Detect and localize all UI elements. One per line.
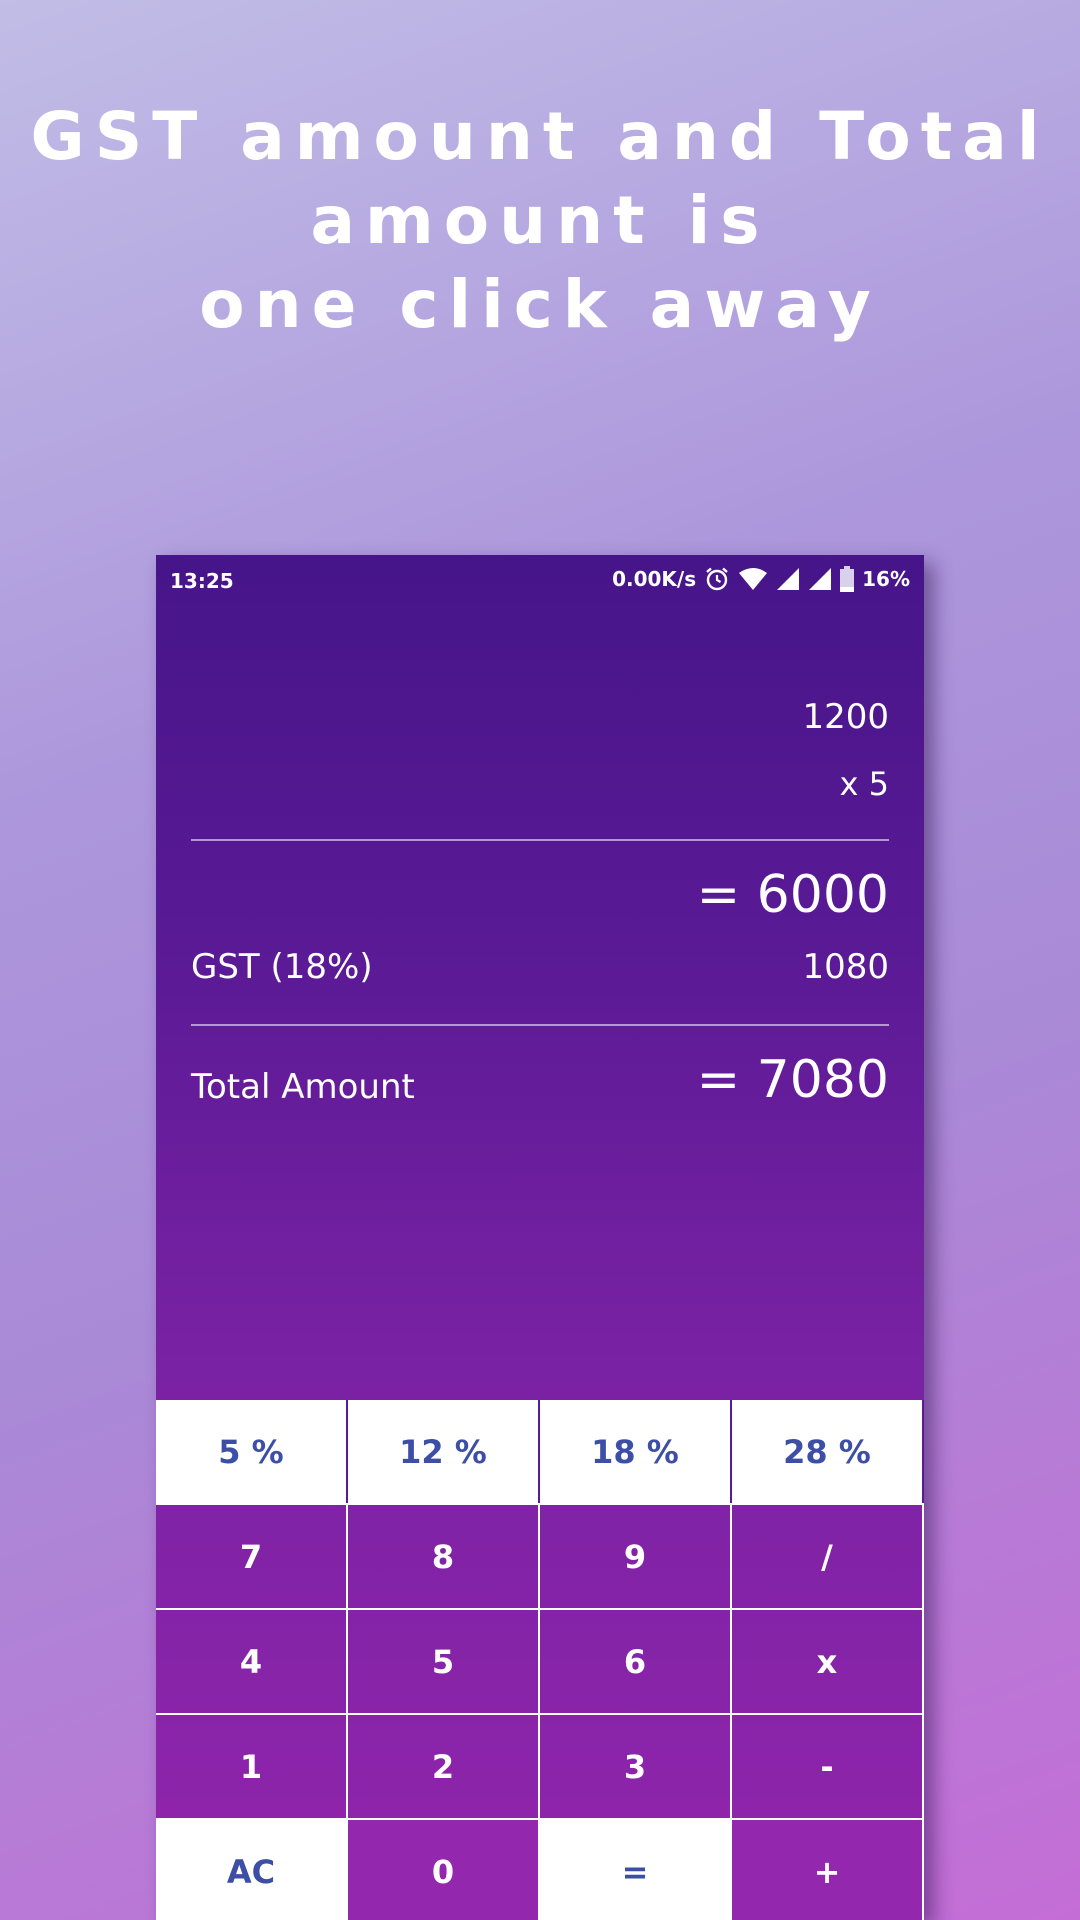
gst-value: 1080 [802, 947, 889, 987]
calculator-display: 1200 x 5 = 6000 GST (18%) 1080 Total Amo… [156, 607, 924, 1395]
alarm-icon [704, 566, 730, 592]
digit-2-button[interactable]: 2 [348, 1715, 538, 1818]
headline-line-3: one click away [199, 266, 881, 343]
phone-screen: 13:25 0.00K/s 16% 1200 x 5 = 6000 GST (1… [156, 555, 924, 1920]
status-bar: 13:25 0.00K/s 16% [156, 555, 924, 607]
digit-1-button[interactable]: 1 [156, 1715, 346, 1818]
digit-0-button[interactable]: 0 [348, 1820, 538, 1920]
digit-7-button[interactable]: 7 [156, 1505, 346, 1608]
add-button[interactable]: + [732, 1820, 922, 1920]
digit-5-button[interactable]: 5 [348, 1610, 538, 1713]
headline-line-1: GST amount and Total [30, 98, 1050, 175]
status-time: 13:25 [170, 569, 234, 593]
digit-8-button[interactable]: 8 [348, 1505, 538, 1608]
divider [191, 1024, 889, 1026]
gst-12-button[interactable]: 12 % [348, 1400, 538, 1503]
digit-6-button[interactable]: 6 [540, 1610, 730, 1713]
total-amount-value: = 7080 [696, 1050, 889, 1110]
net-speed: 0.00K/s [612, 567, 697, 591]
subtract-button[interactable]: - [732, 1715, 922, 1818]
divide-button[interactable]: / [732, 1505, 922, 1608]
battery-percent: 16% [862, 567, 910, 591]
digit-4-button[interactable]: 4 [156, 1610, 346, 1713]
wifi-icon [738, 567, 768, 591]
status-icons: 0.00K/s 16% [612, 566, 910, 592]
gst-18-button[interactable]: 18 % [540, 1400, 730, 1503]
signal-icon [776, 567, 800, 591]
operand-value: 1200 [802, 697, 889, 737]
divider [191, 839, 889, 841]
operation-value: x 5 [839, 765, 889, 803]
gst-28-button[interactable]: 28 % [732, 1400, 922, 1503]
keypad: 5 % 12 % 18 % 28 % 7 8 9 / 4 5 6 x 1 2 3… [156, 1400, 924, 1920]
all-clear-button[interactable]: AC [156, 1820, 346, 1920]
headline: GST amount and Total amount is one click… [0, 95, 1080, 347]
battery-icon [840, 566, 855, 592]
result-value: = 6000 [696, 865, 889, 925]
signal-icon [808, 567, 832, 591]
digit-3-button[interactable]: 3 [540, 1715, 730, 1818]
gst-label: GST (18%) [191, 947, 373, 987]
headline-line-2: amount is [310, 182, 770, 259]
digit-9-button[interactable]: 9 [540, 1505, 730, 1608]
equals-button[interactable]: = [540, 1820, 730, 1920]
gst-5-button[interactable]: 5 % [156, 1400, 346, 1503]
multiply-button[interactable]: x [732, 1610, 922, 1713]
total-amount-label: Total Amount [191, 1067, 415, 1107]
